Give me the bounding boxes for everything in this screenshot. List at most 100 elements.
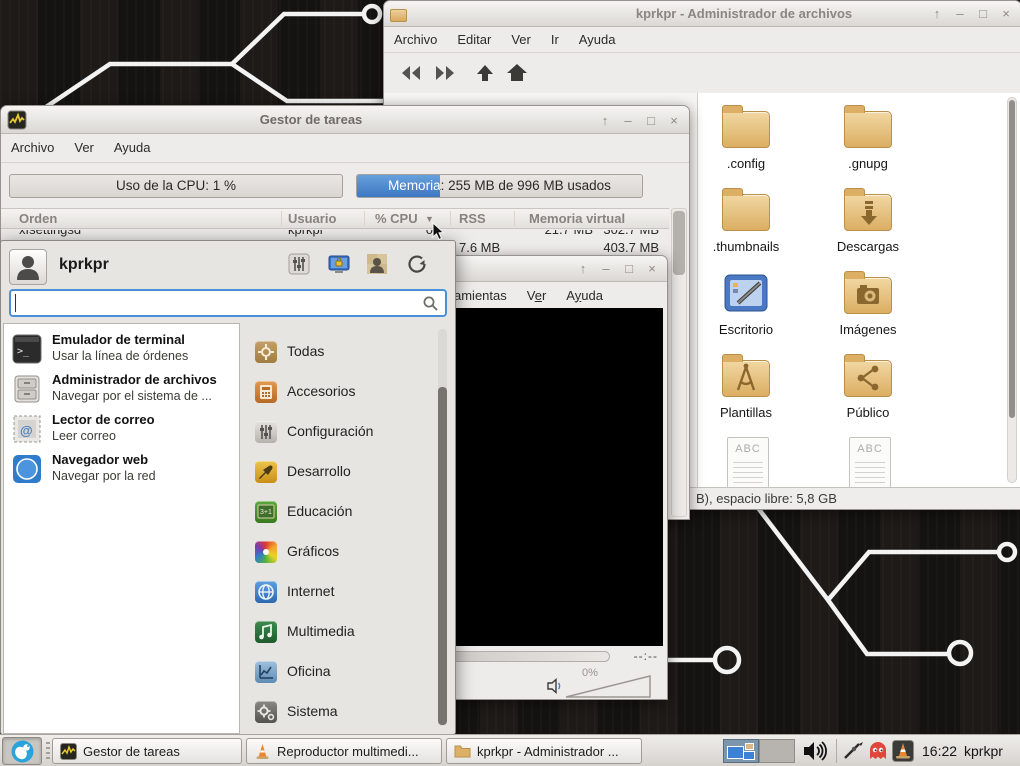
column-rss[interactable]: RSS [459, 211, 486, 226]
file-label[interactable]: Público [810, 405, 926, 420]
applications-menu-button[interactable] [2, 737, 42, 765]
home-button[interactable] [504, 61, 530, 85]
taskbar-button-file-manager[interactable]: kprkpr - Administrador ... [446, 738, 642, 764]
document-placeholder-icon[interactable]: ABC [724, 437, 772, 485]
search-input[interactable] [9, 289, 447, 317]
categories-scrollbar[interactable] [438, 329, 447, 726]
process-table-scrollbar[interactable] [671, 208, 687, 517]
folder-icon-imagenes[interactable] [844, 269, 892, 317]
folder-icon-plantillas[interactable] [722, 352, 770, 400]
document-placeholder-icon[interactable]: ABC [846, 437, 894, 485]
clock[interactable]: 16:22 [922, 735, 957, 766]
menu-editar[interactable]: Editar [447, 29, 501, 50]
ghost-tray-icon[interactable] [868, 742, 888, 760]
app-item-file-manager[interactable]: Administrador de archivos Navegar por el… [4, 370, 239, 410]
category-configuracion[interactable]: Configuración [247, 419, 429, 455]
menu-ayuda[interactable]: Ayuda [104, 137, 161, 158]
category-internet[interactable]: Internet [247, 579, 429, 615]
menu-ver[interactable]: Ver [64, 137, 104, 158]
close-button[interactable]: × [999, 5, 1013, 23]
column-usuario[interactable]: Usuario [288, 211, 336, 226]
switch-user-button[interactable] [365, 252, 389, 276]
file-view-scrollbar[interactable] [1007, 97, 1017, 483]
menu-archivo[interactable]: Archivo [1, 137, 64, 158]
shade-button[interactable]: ↑ [576, 260, 590, 278]
file-label[interactable]: Plantillas [688, 405, 804, 420]
system-icon [255, 701, 277, 723]
category-accesorios[interactable]: Accesorios [247, 379, 429, 415]
volume-slider[interactable] [564, 673, 652, 699]
menu-ir[interactable]: Ir [541, 29, 569, 50]
column-memoria-virtual[interactable]: Memoria virtual [529, 211, 625, 226]
cell-usuario: kprkpr [288, 230, 324, 237]
app-item-web-browser[interactable]: Navegador web Navegar por la red [4, 450, 239, 490]
back-button[interactable] [398, 61, 424, 85]
stylus-tray-icon[interactable] [842, 741, 864, 761]
category-graficos[interactable]: Gráficos [247, 539, 429, 575]
forward-button[interactable] [432, 61, 458, 85]
minimize-button[interactable]: – [953, 5, 967, 23]
lock-screen-button[interactable] [327, 252, 351, 276]
category-desarrollo[interactable]: Desarrollo [247, 459, 429, 495]
video-area[interactable] [450, 308, 663, 646]
menu-ver[interactable]: Ver [517, 285, 557, 306]
category-label: Accesorios [287, 383, 355, 399]
maximize-button[interactable]: □ [976, 5, 990, 23]
file-label[interactable]: Escritorio [688, 322, 804, 337]
settings-button[interactable] [287, 252, 311, 276]
folder-icon-gnupg[interactable] [844, 103, 892, 151]
minimize-button[interactable]: – [621, 112, 635, 130]
panel-grip[interactable] [46, 742, 50, 760]
category-multimedia[interactable]: Multimedia [247, 619, 429, 655]
taskbar-username: kprkpr [964, 735, 1003, 766]
menu-ayuda[interactable]: Ayuda [569, 29, 626, 50]
file-label[interactable]: .config [688, 156, 804, 171]
close-button[interactable]: × [667, 112, 681, 130]
speaker-icon[interactable] [545, 677, 563, 695]
shade-button[interactable]: ↑ [930, 5, 944, 23]
file-label[interactable]: Descargas [810, 239, 926, 254]
category-label: Educación [287, 503, 352, 519]
close-button[interactable]: × [645, 260, 659, 278]
menu-herramientas[interactable]: amientas [446, 285, 517, 306]
volume-tray-icon[interactable] [802, 740, 828, 762]
workspace-1[interactable] [723, 739, 759, 763]
shade-button[interactable]: ↑ [598, 112, 612, 130]
up-button[interactable] [472, 61, 498, 85]
file-label[interactable]: Imágenes [810, 322, 926, 337]
memory-usage-label-inverse: Memoria: 255 MB de 996 MB usados [357, 175, 440, 197]
folder-icon-config[interactable] [722, 103, 770, 151]
category-oficina[interactable]: Oficina [247, 659, 429, 695]
logout-button[interactable] [405, 252, 429, 276]
vlc-tray-icon[interactable] [892, 740, 914, 762]
seek-bar[interactable] [450, 651, 610, 662]
media-player-titlebar[interactable]: ↑ – □ × [446, 256, 667, 282]
file-manager-titlebar[interactable]: kprkpr - Administrador de archivos ↑ – □… [384, 1, 1020, 27]
user-avatar-button[interactable] [9, 249, 47, 285]
file-label[interactable]: .thumbnails [688, 239, 804, 254]
category-todas[interactable]: Todas [247, 339, 429, 375]
taskbar-button-media-player[interactable]: Reproductor multimedi... [246, 738, 442, 764]
folder-icon-descargas[interactable] [844, 186, 892, 234]
maximize-button[interactable]: □ [644, 112, 658, 130]
folder-icon-thumbnails[interactable] [722, 186, 770, 234]
column-cpu[interactable]: % CPU [375, 211, 418, 226]
task-manager-titlebar[interactable]: Gestor de tareas ↑ – □ × [1, 106, 689, 134]
category-educacion[interactable]: 3+1 Educación [247, 499, 429, 535]
file-label[interactable]: .gnupg [810, 156, 926, 171]
workspace-2[interactable] [759, 739, 795, 763]
taskbar-button-task-manager[interactable]: Gestor de tareas [52, 738, 242, 764]
xubuntu-logo-icon [11, 740, 34, 763]
table-row[interactable]: xfsettingsd kprkpr 0 21.7 MB 302.7 MB [1, 230, 669, 239]
desktop-icon-escritorio[interactable] [722, 269, 770, 317]
category-sistema[interactable]: Sistema [247, 699, 429, 735]
minimize-button[interactable]: – [599, 260, 613, 278]
column-orden[interactable]: Orden [19, 211, 57, 226]
folder-icon-publico[interactable] [844, 352, 892, 400]
menu-archivo[interactable]: Archivo [384, 29, 447, 50]
app-item-mail-reader[interactable]: @ Lector de correo Leer correo [4, 410, 239, 450]
maximize-button[interactable]: □ [622, 260, 636, 278]
menu-ver[interactable]: Ver [501, 29, 541, 50]
menu-ayuda[interactable]: Ayuda [556, 285, 613, 306]
app-item-terminal[interactable]: >_ Emulador de terminal Usar la línea de… [4, 330, 239, 370]
